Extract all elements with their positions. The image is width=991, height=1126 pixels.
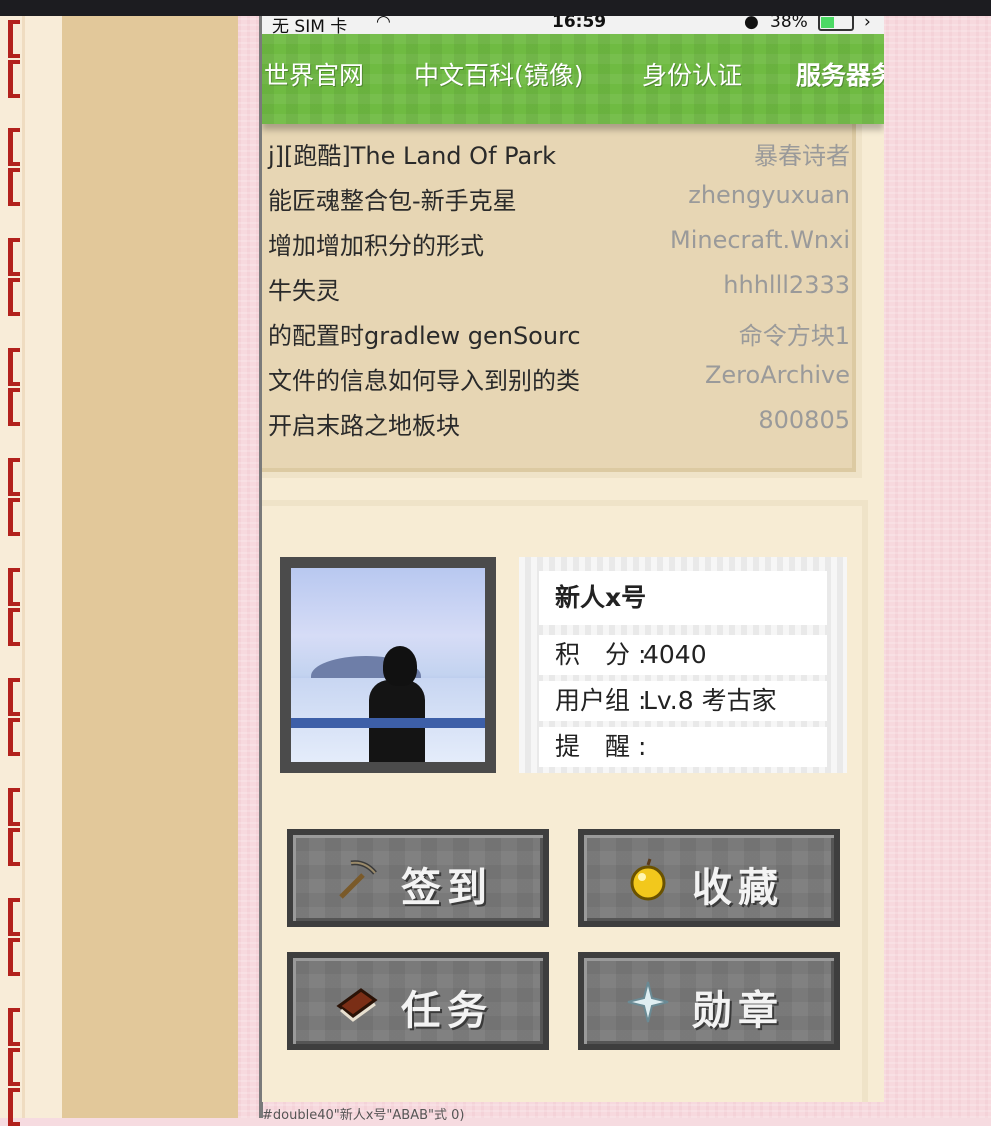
usergroup-row: 用户组 :Lv.8 考古家: [539, 681, 827, 721]
list-item[interactable]: 增加增加积分的形式 Minecraft.Wnxi: [262, 226, 850, 266]
clock: 16:59: [552, 16, 607, 32]
thread-title[interactable]: j][跑酷]The Land Of Park: [268, 136, 556, 171]
reminder-label: 提 醒 :: [555, 732, 647, 761]
usergroup-label: 用户组 :: [555, 686, 647, 715]
bracket-decoration: [8, 348, 20, 386]
list-item[interactable]: 开启末路之地板块 800805: [262, 406, 850, 446]
nav-item-official-site[interactable]: 世界官网: [264, 56, 364, 92]
bracket-decoration: [8, 1088, 20, 1126]
wifi-icon: ◠: [376, 16, 391, 32]
lock-rotation-icon: ●: [744, 16, 759, 32]
checkin-label: 签到: [401, 865, 493, 911]
charging-icon: ›: [864, 16, 871, 32]
points-row: 积 分 :4040: [539, 635, 827, 675]
nav-item-servers[interactable]: 服务器务: [796, 56, 884, 92]
pickaxe-icon: [339, 860, 377, 899]
usergroup-value: Lv.8 考古家: [643, 686, 777, 715]
bracket-decoration: [8, 828, 20, 866]
medals-button[interactable]: 勋章: [578, 952, 840, 1050]
favorites-button[interactable]: 收藏: [578, 829, 840, 927]
medals-label: 勋章: [692, 988, 784, 1034]
thread-author[interactable]: ZeroArchive: [705, 361, 850, 389]
bracket-decoration: [8, 718, 20, 756]
bracket-decoration: [8, 608, 20, 646]
thread-author[interactable]: Minecraft.Wnxi: [670, 226, 850, 254]
bracket-decoration: [8, 388, 20, 426]
user-info-card: 新人x号 积 分 :4040 用户组 :Lv.8 考古家 提 醒 :: [519, 557, 847, 773]
battery-icon: [818, 16, 854, 31]
avatar-frame[interactable]: [280, 557, 496, 773]
thread-title[interactable]: 能匠魂整合包-新手克星: [268, 181, 517, 216]
thread-title[interactable]: 增加增加积分的形式: [268, 226, 484, 261]
list-item[interactable]: 牛失灵 hhhlll2333: [262, 271, 850, 311]
bracket-decoration: [8, 238, 20, 276]
list-item[interactable]: 文件的信息如何导入到别的类 ZeroArchive: [262, 361, 850, 401]
nav-item-wiki-mirror[interactable]: 中文百科(镜像): [414, 56, 584, 92]
thread-title[interactable]: 的配置时gradlew genSourc: [268, 316, 581, 351]
phone-screen: 无 SIM 卡 ◠ 16:59 ● 38% › j][跑酷]The Land O…: [262, 16, 884, 1102]
bracket-decoration: [8, 498, 20, 536]
list-item[interactable]: 的配置时gradlew genSourc 命令方块1: [262, 316, 850, 356]
bracket-decoration: [8, 128, 20, 166]
list-item[interactable]: 能匠魂整合包-新手克星 zhengyuxuan: [262, 181, 850, 221]
book-icon: [336, 988, 378, 1022]
thread-title[interactable]: 开启末路之地板块: [268, 406, 460, 441]
top-bar: [0, 0, 991, 16]
thread-author[interactable]: 命令方块1: [739, 316, 850, 351]
nav-item-verification[interactable]: 身份认证: [642, 56, 742, 92]
thread-title[interactable]: 牛失灵: [268, 271, 340, 306]
bracket-decoration: [8, 898, 20, 936]
bracket-decoration: [8, 60, 20, 98]
tasks-label: 任务: [401, 988, 493, 1034]
status-bar: 无 SIM 卡 ◠ 16:59 ● 38% ›: [262, 16, 884, 37]
reminder-row[interactable]: 提 醒 :: [539, 727, 827, 767]
thread-title[interactable]: 文件的信息如何导入到别的类: [268, 361, 580, 396]
bracket-decoration: [8, 568, 20, 606]
thread-list: j][跑酷]The Land Of Park 暴春诗者 能匠魂整合包-新手克星 …: [262, 86, 862, 478]
bracket-decoration: [8, 678, 20, 716]
thread-author[interactable]: 800805: [758, 406, 850, 434]
top-nav-bar: 世界官网 中文百科(镜像) 身份认证 服务器务: [262, 34, 884, 124]
bracket-decoration: [8, 458, 20, 496]
thread-author[interactable]: zhengyuxuan: [688, 181, 850, 209]
bracket-decoration: [8, 278, 20, 316]
avatar[interactable]: [291, 568, 485, 762]
thread-author[interactable]: 暴春诗者: [754, 136, 850, 171]
bracket-decoration: [8, 20, 20, 58]
thread-author[interactable]: hhhlll2333: [723, 271, 850, 299]
golden-apple-icon: [630, 858, 666, 901]
bracket-decoration: [8, 168, 20, 206]
points-label: 积 分 :: [555, 640, 647, 669]
checkin-button[interactable]: 签到: [287, 829, 549, 927]
battery-percent: 38%: [770, 16, 808, 32]
bracket-decoration: [8, 788, 20, 826]
list-item[interactable]: j][跑酷]The Land Of Park 暴春诗者: [262, 136, 850, 176]
bracket-decoration: [8, 1048, 20, 1086]
bracket-decoration: [8, 938, 20, 976]
points-value: 4040: [643, 640, 707, 669]
bracket-decoration: [8, 1008, 20, 1046]
footer-text: #double40"新人x号"ABAB"式 0): [262, 1108, 465, 1123]
favorites-label: 收藏: [692, 865, 784, 911]
tan-sidebar-column: [62, 16, 238, 1118]
left-decorative-strip: [0, 16, 62, 1126]
tasks-button[interactable]: 任务: [287, 952, 549, 1050]
username[interactable]: 新人x号: [539, 571, 827, 625]
nether-star-icon: [627, 981, 669, 1023]
